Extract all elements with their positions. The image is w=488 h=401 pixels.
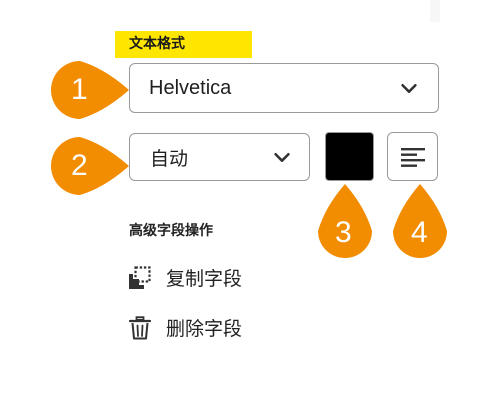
callout-1-shape [50, 61, 129, 119]
duplicate-icon [129, 265, 151, 289]
delete-field-label: 删除字段 [166, 318, 243, 340]
trash-icon [128, 315, 152, 339]
callout-2-shape [50, 137, 129, 195]
background-mark [430, 0, 440, 22]
text-format-title: 文本格式 [115, 31, 252, 58]
callout-2-number: 2 [71, 149, 88, 182]
font-size-value: 自动 [150, 147, 189, 170]
font-color-swatch[interactable] [325, 132, 374, 181]
align-left-icon [400, 147, 425, 167]
font-size-select[interactable]: 自动 [129, 133, 310, 181]
callout-3-number: 3 [335, 216, 352, 249]
duplicate-field-label: 复制字段 [166, 268, 243, 290]
chevron-down-icon [274, 152, 290, 162]
text-alignment-button[interactable] [387, 132, 438, 181]
delete-field-button[interactable]: 删除字段 [128, 314, 242, 341]
callout-3: 3 [316, 183, 374, 263]
callout-1: 1 [48, 58, 130, 122]
callout-4: 4 [391, 183, 449, 263]
callout-2: 2 [48, 134, 130, 198]
duplicate-field-button[interactable]: 复制字段 [128, 264, 242, 291]
callout-1-number: 1 [71, 73, 88, 106]
advanced-field-actions-title: 高级字段操作 [129, 223, 213, 239]
callout-4-number: 4 [411, 216, 428, 249]
chevron-down-icon [401, 83, 417, 93]
font-family-value: Helvetica [149, 76, 232, 99]
font-family-select[interactable]: Helvetica [129, 63, 439, 113]
